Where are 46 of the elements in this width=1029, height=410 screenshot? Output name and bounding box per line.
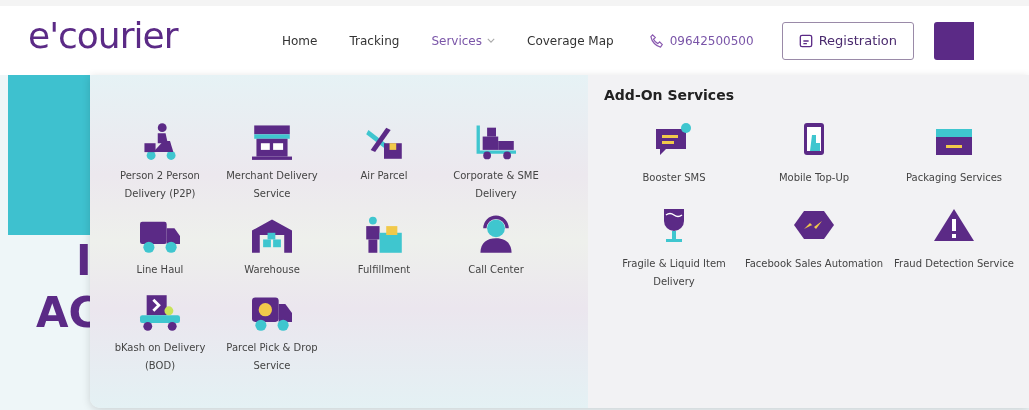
service-link[interactable]: Booster SMS <box>604 121 744 187</box>
service-label: Line Haul <box>136 263 184 277</box>
service-link[interactable]: Facebook Sales Automation <box>744 207 884 291</box>
chevron-icon <box>487 38 495 43</box>
service-link[interactable]: Packaging Services <box>884 121 1024 187</box>
service-label: Fraud Detection Service <box>894 257 1014 271</box>
service-link[interactable]: Fragile & Liquid Item Delivery <box>604 207 744 291</box>
nav-link[interactable]: Services <box>415 33 511 48</box>
phone-link[interactable]: 09642500500 <box>649 33 754 48</box>
service-link[interactable]: Fulfillment <box>328 215 440 287</box>
service-label: Packaging Services <box>905 171 1003 185</box>
logo[interactable]: e'courier <box>28 15 238 56</box>
service-link[interactable]: Line Haul <box>104 215 216 287</box>
service-label: Person 2 Person Delivery (P2P) <box>119 169 201 201</box>
service-link[interactable]: Person 2 Person Delivery (P2P) <box>104 121 216 209</box>
service-link[interactable]: Corporate & SME Delivery <box>440 121 552 209</box>
service-label: Warehouse <box>244 263 300 277</box>
service-label: Mobile Top-Up <box>778 171 850 185</box>
service-label: Corporate & SME Delivery <box>452 169 540 201</box>
service-link[interactable]: Parcel Pick & Drop Service <box>216 293 328 381</box>
form-icon <box>798 33 813 48</box>
nav-link[interactable]: Coverage Map <box>511 33 630 48</box>
service-link[interactable]: bKash on Delivery (BOD) <box>104 293 216 381</box>
service-link[interactable]: Warehouse <box>216 215 328 287</box>
service-label: Call Center <box>468 263 524 277</box>
nav-link[interactable]: Tracking <box>333 33 416 48</box>
nav-link[interactable]: Home <box>266 33 334 48</box>
hero-heading: I <box>75 235 93 287</box>
phone-icon <box>649 33 664 48</box>
service-link[interactable]: Air Parcel <box>328 121 440 209</box>
warning-icon <box>932 207 976 243</box>
service-label: Fulfillment <box>357 263 411 277</box>
service-label: Booster SMS <box>642 171 706 185</box>
service-label: Fragile & Liquid Item Delivery <box>621 257 727 289</box>
service-link[interactable]: Fraud Detection Service <box>884 207 1024 291</box>
service-link[interactable]: Call Center <box>440 215 552 287</box>
service-label: Air Parcel <box>360 169 408 183</box>
service-label: Merchant Delivery Service <box>225 169 319 201</box>
service-link[interactable]: Mobile Top-Up <box>744 121 884 187</box>
service-label: Facebook Sales Automation <box>744 257 884 271</box>
registration-button[interactable]: Registration <box>781 21 915 60</box>
section-title: Add-On Services <box>604 87 735 103</box>
service-link[interactable]: Merchant Delivery Service <box>216 121 328 209</box>
user-button[interactable] <box>934 21 975 60</box>
service-label: Parcel Pick & Drop Service <box>225 341 319 373</box>
service-label: bKash on Delivery (BOD) <box>113 341 207 373</box>
